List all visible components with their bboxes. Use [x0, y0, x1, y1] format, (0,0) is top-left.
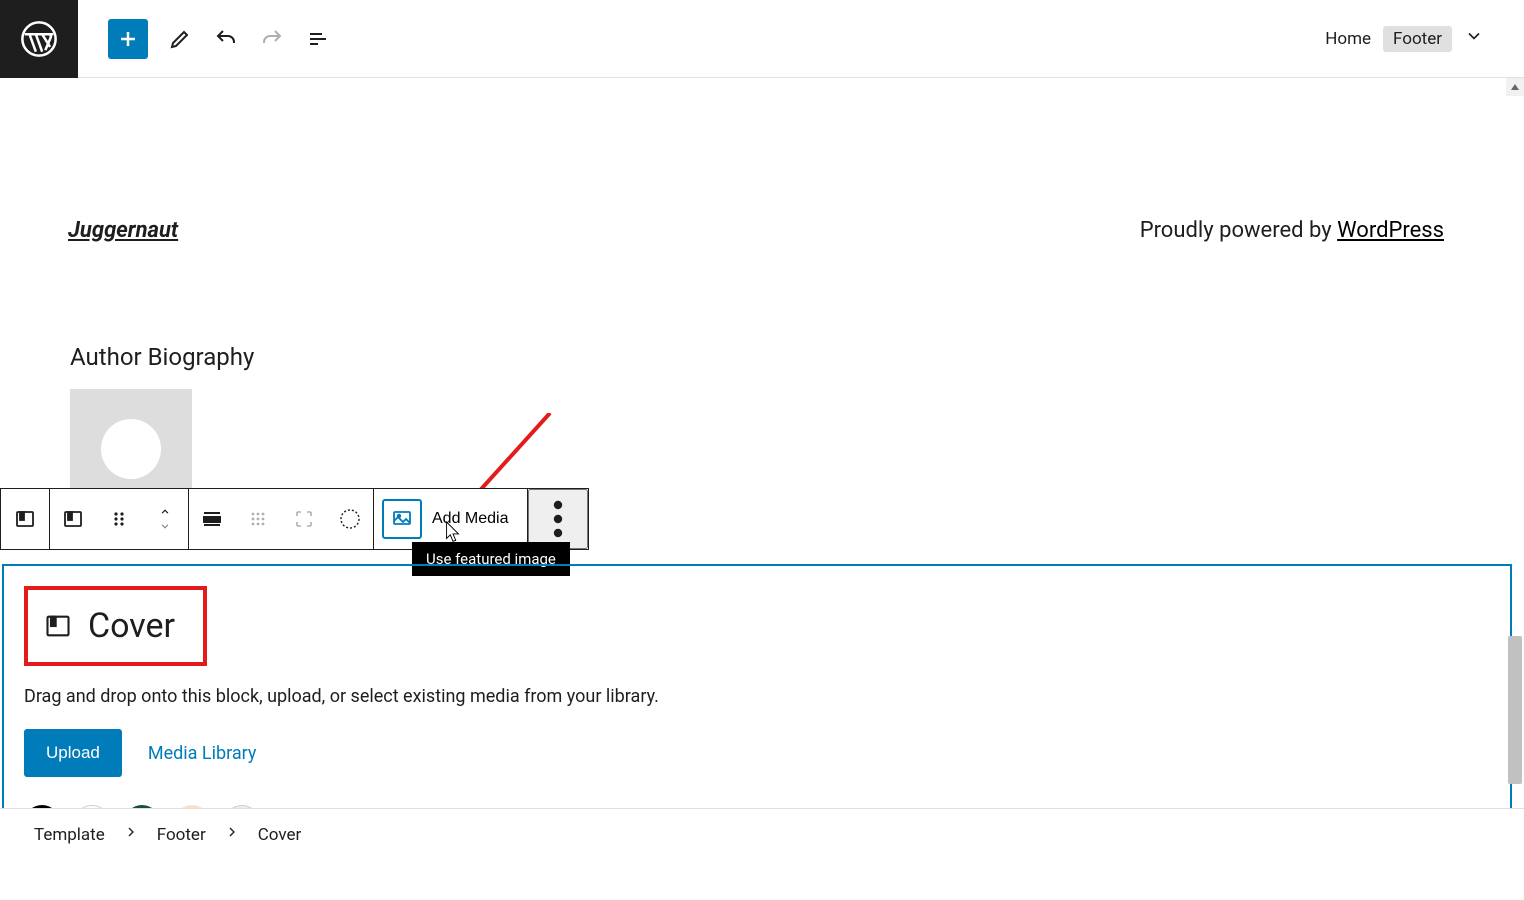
crumb-cover[interactable]: Cover — [258, 825, 302, 845]
chevron-right-icon — [123, 824, 139, 845]
author-avatar — [70, 389, 192, 489]
content-position-button[interactable] — [235, 489, 281, 549]
list-view-icon[interactable] — [304, 25, 332, 53]
wordpress-logo[interactable] — [0, 0, 78, 78]
wordpress-link[interactable]: WordPress — [1337, 218, 1444, 243]
add-media-button[interactable]: Add Media — [374, 489, 527, 549]
add-media-label: Add Media — [432, 510, 509, 528]
undo-icon[interactable] — [212, 25, 240, 53]
site-title-link[interactable]: Juggernaut — [68, 218, 178, 243]
move-up-down-button[interactable] — [142, 489, 188, 549]
cover-block-title: Cover — [88, 606, 175, 646]
swatch-peach[interactable] — [174, 805, 210, 808]
scrollbar-thumb[interactable] — [1508, 636, 1522, 784]
block-toolbar: Add Media — [0, 488, 589, 550]
more-options-button[interactable] — [528, 489, 588, 549]
media-icon — [382, 499, 422, 539]
edit-icon[interactable] — [166, 25, 194, 53]
top-bar: Home Footer — [0, 0, 1524, 78]
author-bio-section: Author Biography — [0, 243, 1514, 489]
cover-block-icon[interactable] — [50, 489, 96, 549]
author-bio-heading: Author Biography — [70, 343, 1446, 371]
cover-block-placeholder[interactable]: Cover Drag and drop onto this block, upl… — [2, 564, 1512, 808]
toolbar-right: Home Footer — [1325, 26, 1484, 52]
media-library-link[interactable]: Media Library — [148, 743, 257, 764]
add-block-button[interactable] — [108, 19, 148, 59]
cover-block-description: Drag and drop onto this block, upload, o… — [24, 686, 1490, 707]
swatch-black[interactable] — [24, 805, 60, 808]
swatch-white[interactable] — [74, 805, 110, 808]
duotone-button[interactable] — [327, 489, 373, 549]
swatch-teal[interactable] — [124, 805, 160, 808]
align-button[interactable] — [189, 489, 235, 549]
redo-icon — [258, 25, 286, 53]
cover-icon — [44, 612, 72, 640]
nav-chip-footer[interactable]: Footer — [1383, 26, 1452, 52]
cover-block-title-highlight: Cover — [24, 586, 207, 666]
breadcrumb: Template Footer Cover — [0, 808, 1524, 860]
powered-by-text: Proudly powered by WordPress — [1140, 218, 1444, 243]
swatch-gray[interactable] — [224, 805, 260, 808]
upload-button[interactable]: Upload — [24, 729, 122, 777]
toolbar-left — [78, 19, 332, 59]
chevron-down-icon[interactable] — [1464, 26, 1484, 51]
drag-handle-icon[interactable] — [96, 489, 142, 549]
crumb-template[interactable]: Template — [34, 825, 105, 845]
footer-template-row: Juggernaut Proudly powered by WordPress — [0, 78, 1514, 243]
cover-actions: Upload Media Library — [24, 729, 1490, 777]
parent-block-button[interactable] — [1, 489, 49, 549]
full-height-button[interactable] — [281, 489, 327, 549]
nav-home[interactable]: Home — [1325, 29, 1371, 49]
chevron-right-icon — [224, 824, 240, 845]
crumb-footer[interactable]: Footer — [157, 825, 206, 845]
color-swatches — [24, 805, 1490, 808]
avatar-placeholder-icon — [101, 419, 161, 479]
editor-canvas[interactable]: Juggernaut Proudly powered by WordPress … — [0, 78, 1524, 808]
scroll-arrow-up-icon[interactable] — [1506, 78, 1524, 96]
